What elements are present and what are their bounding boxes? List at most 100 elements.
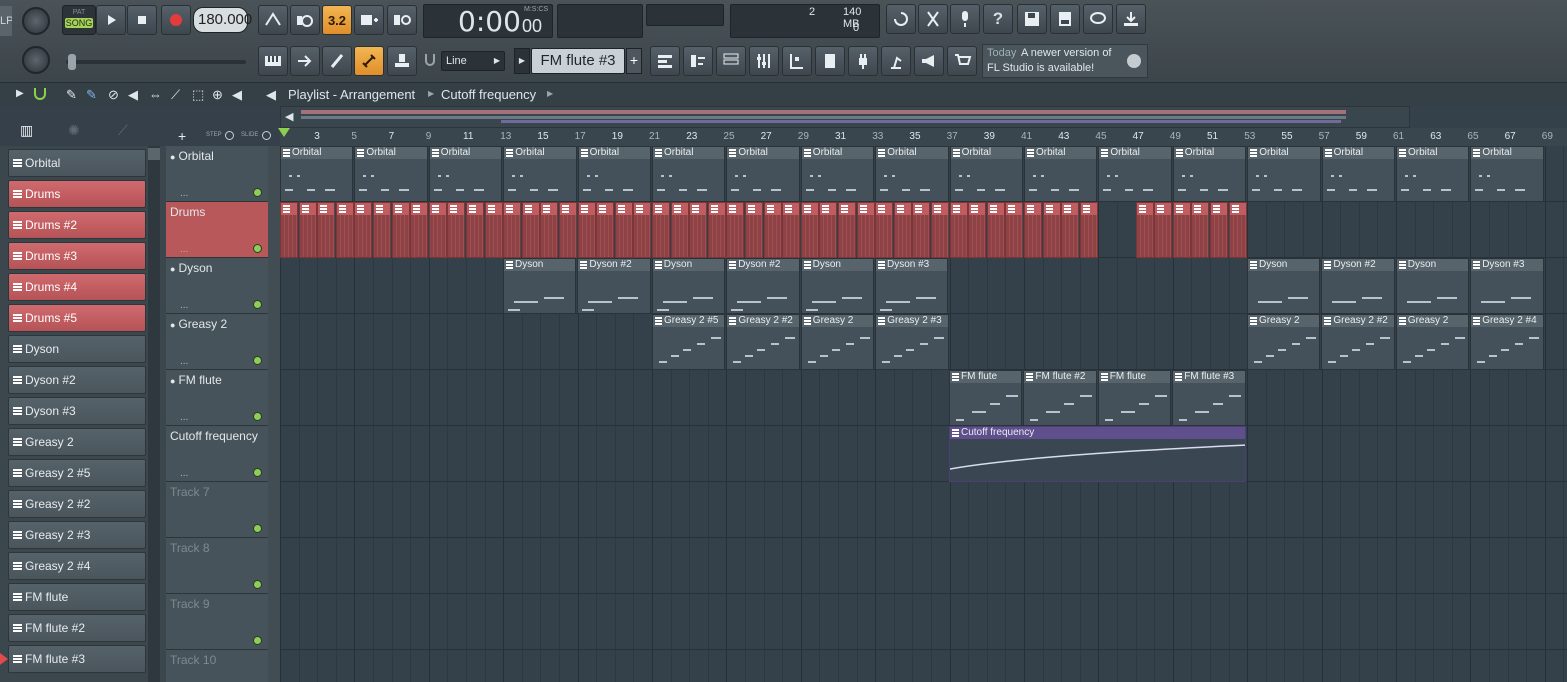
track-header[interactable]: ● Dyson...: [166, 258, 268, 314]
greasy-clip[interactable]: Greasy 2: [1395, 314, 1470, 370]
drums-clip[interactable]: [521, 202, 540, 258]
link-button[interactable]: [354, 46, 384, 76]
drums-clip[interactable]: [280, 202, 298, 258]
dyson-clip[interactable]: Dyson #2: [1321, 258, 1395, 314]
drums-clip[interactable]: [1135, 202, 1154, 258]
dyson-clip[interactable]: Dyson: [800, 258, 874, 314]
automation-clip[interactable]: Cutoff frequency: [949, 426, 1246, 482]
draw-tool-button[interactable]: [322, 46, 352, 76]
drums-clip[interactable]: [1024, 202, 1042, 258]
mixer-button[interactable]: [749, 46, 779, 76]
playhead-marker[interactable]: [278, 128, 290, 137]
greasy-clip[interactable]: Greasy 2: [800, 314, 875, 370]
orbital-clip[interactable]: Orbital: [800, 146, 875, 202]
slice-tool-icon[interactable]: ⟋: [171, 87, 180, 103]
cut-button[interactable]: [918, 4, 948, 34]
track-enable-led[interactable]: [253, 300, 262, 309]
channel-button[interactable]: Greasy 2 #4: [8, 552, 146, 580]
greasy-clip[interactable]: Greasy 2 #4: [1470, 314, 1544, 370]
track-header[interactable]: ● Orbital...: [166, 146, 268, 202]
drums-clip[interactable]: [1005, 202, 1024, 258]
pattern-prev-button[interactable]: ▶: [514, 48, 530, 74]
pattern-selector[interactable]: FM flute #3: [531, 48, 625, 74]
track-header[interactable]: Drums...: [166, 202, 268, 258]
greasy-clip[interactable]: Greasy 2 #2: [726, 314, 800, 370]
track-options-dots[interactable]: ...: [180, 188, 188, 199]
add-track-icon[interactable]: +: [178, 128, 186, 144]
patcher-button[interactable]: [782, 46, 812, 76]
master-pitch-slider[interactable]: [66, 60, 246, 64]
channel-button[interactable]: Greasy 2 #2: [8, 490, 146, 518]
channel-button[interactable]: Drums #5: [8, 304, 146, 332]
add-pattern-button[interactable]: +: [626, 48, 642, 74]
channel-button[interactable]: Dyson #3: [8, 397, 146, 425]
drums-clip[interactable]: [800, 202, 819, 258]
zoom-tool-icon[interactable]: ⊕: [212, 87, 223, 103]
track-enable-led[interactable]: [253, 188, 262, 197]
playlist-button[interactable]: [650, 46, 680, 76]
countdown-button[interactable]: 3.2: [322, 5, 352, 35]
breadcrumb-cutoff[interactable]: Cutoff frequency: [441, 87, 536, 102]
channel-button[interactable]: Greasy 2 #5: [8, 459, 146, 487]
channel-button[interactable]: Dyson #2: [8, 366, 146, 394]
orbital-clip[interactable]: Orbital: [428, 146, 503, 202]
drums-clip[interactable]: [596, 202, 615, 258]
track-enable-led[interactable]: [253, 636, 262, 645]
drums-clip[interactable]: [931, 202, 949, 258]
scroll-left-icon[interactable]: ◀: [285, 110, 293, 123]
audio-mode-icon[interactable]: ✺: [68, 122, 80, 139]
drums-clip[interactable]: [410, 202, 429, 258]
dyson-clip[interactable]: Dyson #2: [726, 258, 800, 314]
playback-tool-icon[interactable]: ◀: [232, 87, 242, 103]
channel-button[interactable]: Orbital: [8, 149, 146, 177]
track-enable-led[interactable]: [253, 524, 262, 533]
scroll-up-button[interactable]: [148, 148, 160, 160]
timeline-ruler[interactable]: 3 5 7 9 11 13 15 17 19 21 23 25 27 29 31 33 35 37 39 41 43 45…: [278, 128, 1567, 146]
track-enable-led[interactable]: [253, 580, 262, 589]
dyson-clip[interactable]: Dyson #3: [1470, 258, 1544, 314]
download-button[interactable]: [1116, 4, 1146, 34]
dyson-clip[interactable]: Dyson: [651, 258, 726, 314]
chat-button[interactable]: [1083, 4, 1113, 34]
wait-input-button[interactable]: [290, 5, 320, 35]
track-enable-led[interactable]: [253, 412, 262, 421]
channel-button[interactable]: Greasy 2: [8, 428, 146, 456]
drums-clip[interactable]: [1228, 202, 1247, 258]
orbital-clip[interactable]: Orbital: [949, 146, 1023, 202]
orbital-clip[interactable]: Orbital: [503, 146, 577, 202]
song-time-display[interactable]: 0:00 00 M:S:CS: [423, 4, 553, 38]
track-header[interactable]: ● Greasy 2...: [166, 314, 268, 370]
flute-clip[interactable]: FM flute #2: [1023, 370, 1097, 426]
dyson-clip[interactable]: Dyson #3: [875, 258, 949, 314]
picker-scrollbar[interactable]: [148, 146, 160, 682]
plugin-picker-button[interactable]: [848, 46, 878, 76]
automation-mode-icon[interactable]: ⟋: [118, 122, 128, 139]
drums-clip[interactable]: [968, 202, 987, 258]
drums-clip[interactable]: [1061, 202, 1080, 258]
track-options-dots[interactable]: ...: [180, 412, 188, 423]
dyson-clip[interactable]: Dyson #2: [577, 258, 651, 314]
drums-clip[interactable]: [484, 202, 503, 258]
save-as-button[interactable]: [1050, 4, 1080, 34]
greasy-clip[interactable]: Greasy 2 #3: [875, 314, 949, 370]
save-button[interactable]: [1017, 4, 1047, 34]
drums-clip[interactable]: [1210, 202, 1228, 258]
step-toggle[interactable]: [225, 131, 234, 140]
channel-rack-button[interactable]: [716, 46, 746, 76]
slider-handle[interactable]: [68, 54, 76, 70]
track-enable-led[interactable]: [253, 356, 262, 365]
orbital-clip[interactable]: Orbital: [726, 146, 800, 202]
greasy-clip[interactable]: Greasy 2 #5: [652, 314, 726, 370]
orbital-clip[interactable]: Orbital: [1172, 146, 1247, 202]
channel-button[interactable]: Drums: [8, 180, 146, 208]
orbital-clip[interactable]: Orbital: [280, 146, 354, 202]
orbital-clip[interactable]: Orbital: [652, 146, 726, 202]
drums-clip[interactable]: [354, 202, 373, 258]
slip-tool-icon[interactable]: ⇔: [149, 87, 162, 102]
master-volume-knob[interactable]: [22, 7, 50, 35]
paint-tool-icon[interactable]: ✎: [86, 87, 97, 103]
orbital-clip[interactable]: Orbital: [1024, 146, 1098, 202]
pattern-mode-icon[interactable]: ▥: [20, 122, 33, 139]
step-edit-button[interactable]: [354, 5, 384, 35]
drums-clip[interactable]: [893, 202, 912, 258]
